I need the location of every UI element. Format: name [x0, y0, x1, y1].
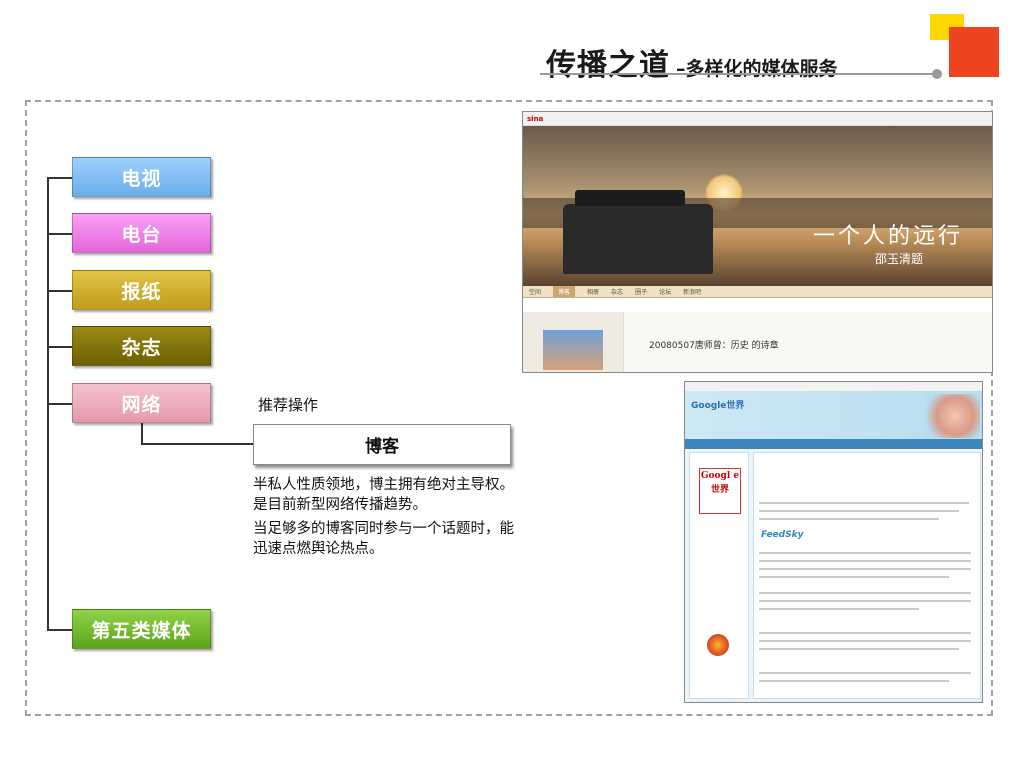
text-line [759, 640, 971, 642]
blog-subnav [523, 298, 992, 312]
text-line [759, 576, 949, 578]
tree-branch-line [47, 403, 72, 405]
slide-title: 传播之道 –多样化的媒体服务 [546, 40, 838, 84]
banner-signature: 邵玉清题 [875, 252, 924, 266]
google-blog-nav [685, 439, 982, 449]
text-line [759, 502, 969, 504]
blog-screenshot: sina 一个人的远行 邵玉清题 空间 博客 相册 杂志 圈子 论坛 新浪吧 2… [522, 111, 993, 373]
text-line [759, 680, 949, 682]
title-underline [540, 73, 938, 75]
blog-tab: 相册 [587, 289, 600, 296]
google-blog-screenshot: Google世界 Googl e 世界 FeedSky [684, 381, 983, 703]
blog-tab: 杂志 [611, 289, 624, 296]
sina-logo: sina [527, 114, 544, 123]
category-magazine[interactable]: 杂志 [72, 326, 211, 366]
google-blog-brand: Google世界 [691, 401, 745, 411]
network-connector-line [141, 443, 253, 445]
blog-banner: 一个人的远行 邵玉清题 [523, 126, 992, 286]
text-line [759, 632, 971, 634]
blog-box[interactable]: 博客 [253, 424, 511, 465]
blog-top-nav: sina [523, 112, 992, 126]
text-line [759, 552, 971, 554]
category-radio[interactable]: 电台 [72, 213, 211, 253]
text-line [759, 648, 959, 650]
blog-tab: 圈子 [635, 289, 648, 296]
blog-tab: 空间 [529, 289, 542, 296]
text-line [759, 672, 971, 674]
text-line [759, 608, 919, 610]
blog-post-title: 20080507唐师曾：历史 的诗章 [649, 341, 779, 351]
text-line [759, 518, 939, 520]
text-line [759, 592, 971, 594]
category-network[interactable]: 网络 [72, 383, 211, 423]
tree-branch-line [47, 346, 72, 348]
description-paragraph: 半私人性质领地，博主拥有绝对主导权。是目前新型网络传播趋势。 [253, 477, 514, 513]
recommend-label: 推荐操作 [258, 396, 319, 414]
text-line [759, 510, 959, 512]
blog-tab: 论坛 [659, 289, 672, 296]
title-subtitle: –多样化的媒体服务 [676, 58, 838, 80]
decor-red-square [949, 27, 999, 77]
title-main: 传播之道 [546, 48, 670, 83]
text-line [759, 560, 971, 562]
google-world-logo: Googl e 世界 [699, 468, 741, 514]
text-line [759, 568, 971, 570]
baby-photo [925, 394, 980, 438]
profile-photo [543, 330, 603, 370]
category-fifth-media[interactable]: 第五类媒体 [72, 609, 211, 649]
tree-branch-line [47, 177, 72, 179]
tree-branch-line [47, 290, 72, 292]
category-tv[interactable]: 电视 [72, 157, 211, 197]
tree-branch-line [47, 233, 72, 235]
feedsky-logo: FeedSky [761, 530, 804, 540]
description-paragraph: 当足够多的博客同时参与一个话题时，能迅速点燃舆论热点。 [253, 521, 514, 557]
tree-branch-line [47, 629, 72, 631]
blog-tab: 博客 [553, 286, 576, 297]
blog-tab: 新浪吧 [683, 289, 702, 296]
title-underline-dot [932, 69, 942, 79]
jeep-image [563, 190, 713, 274]
blog-description: 半私人性质领地，博主拥有绝对主导权。是目前新型网络传播趋势。 当足够多的博客同时… [253, 475, 518, 563]
banner-title: 一个人的远行 [813, 224, 964, 249]
text-line [759, 600, 971, 602]
firefox-icon [707, 634, 729, 656]
category-newspaper[interactable]: 报纸 [72, 270, 211, 310]
network-connector-line [141, 423, 143, 444]
blog-tabs: 空间 博客 相册 杂志 圈子 论坛 新浪吧 [523, 286, 992, 298]
